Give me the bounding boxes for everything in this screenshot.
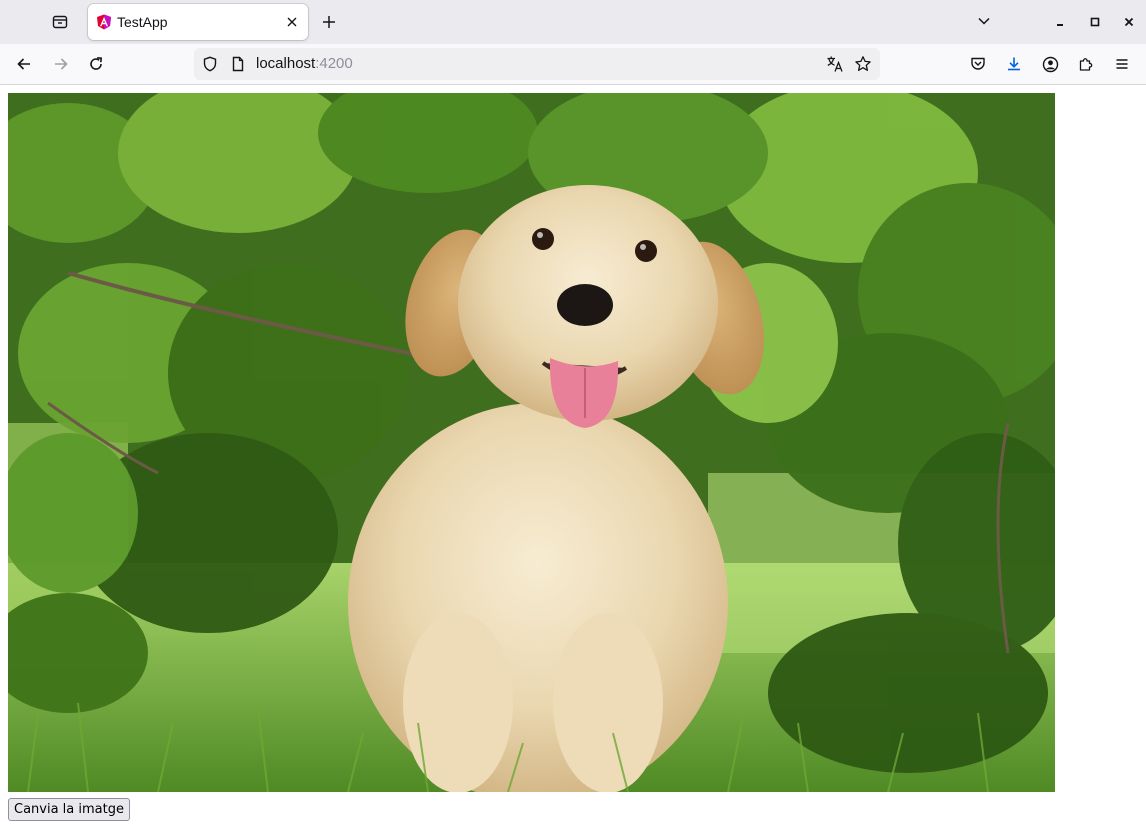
angular-logo-icon <box>97 14 111 30</box>
downloads-button[interactable] <box>1003 53 1025 75</box>
new-tab-button[interactable] <box>318 11 340 33</box>
chevron-down-icon <box>978 17 990 25</box>
navigation-toolbar: localhost:4200 <box>0 44 1146 85</box>
reload-button[interactable] <box>84 52 108 76</box>
firefox-view-button[interactable] <box>46 8 74 36</box>
pocket-icon <box>971 57 985 70</box>
forward-button[interactable] <box>49 52 73 76</box>
puzzle-piece-icon <box>1079 58 1093 71</box>
bookmark-star-icon[interactable] <box>854 55 872 73</box>
translate-icon[interactable] <box>826 55 844 73</box>
tab-testapp[interactable]: TestApp <box>88 4 308 40</box>
pocket-button[interactable] <box>967 53 989 75</box>
list-all-tabs-button[interactable] <box>974 11 994 31</box>
arrow-right-icon <box>55 58 68 70</box>
page-info-icon[interactable] <box>230 56 246 72</box>
url-port: :4200 <box>315 55 353 72</box>
hamburger-menu-icon <box>1116 59 1128 69</box>
account-button[interactable] <box>1039 53 1061 75</box>
close-icon <box>287 17 297 27</box>
minimize-icon <box>1057 24 1063 26</box>
url-text[interactable]: localhost:4200 <box>256 55 353 73</box>
extensions-button[interactable] <box>1075 53 1097 75</box>
back-button[interactable] <box>12 52 36 76</box>
change-image-button[interactable]: Canvia la imatge <box>8 798 130 821</box>
minimize-button[interactable] <box>1050 12 1070 32</box>
tab-close-button[interactable] <box>284 14 300 30</box>
tracking-protection-shield-icon[interactable] <box>202 56 218 72</box>
puppy-image <box>8 93 1055 792</box>
address-bar[interactable]: localhost:4200 <box>194 48 880 80</box>
firefox-view-icon <box>52 15 68 29</box>
tab-title: TestApp <box>117 14 168 30</box>
arrow-left-icon <box>17 58 30 70</box>
reload-icon <box>90 57 103 70</box>
download-icon <box>1008 57 1020 71</box>
account-icon <box>1042 56 1058 72</box>
url-host: localhost <box>256 55 316 72</box>
tab-strip: TestApp <box>0 0 1146 44</box>
close-icon <box>1124 17 1134 27</box>
app-menu-button[interactable] <box>1111 53 1133 75</box>
window-close-button[interactable] <box>1119 12 1139 32</box>
plus-icon <box>323 16 335 28</box>
maximize-button[interactable] <box>1085 12 1105 32</box>
maximize-icon <box>1090 17 1100 27</box>
